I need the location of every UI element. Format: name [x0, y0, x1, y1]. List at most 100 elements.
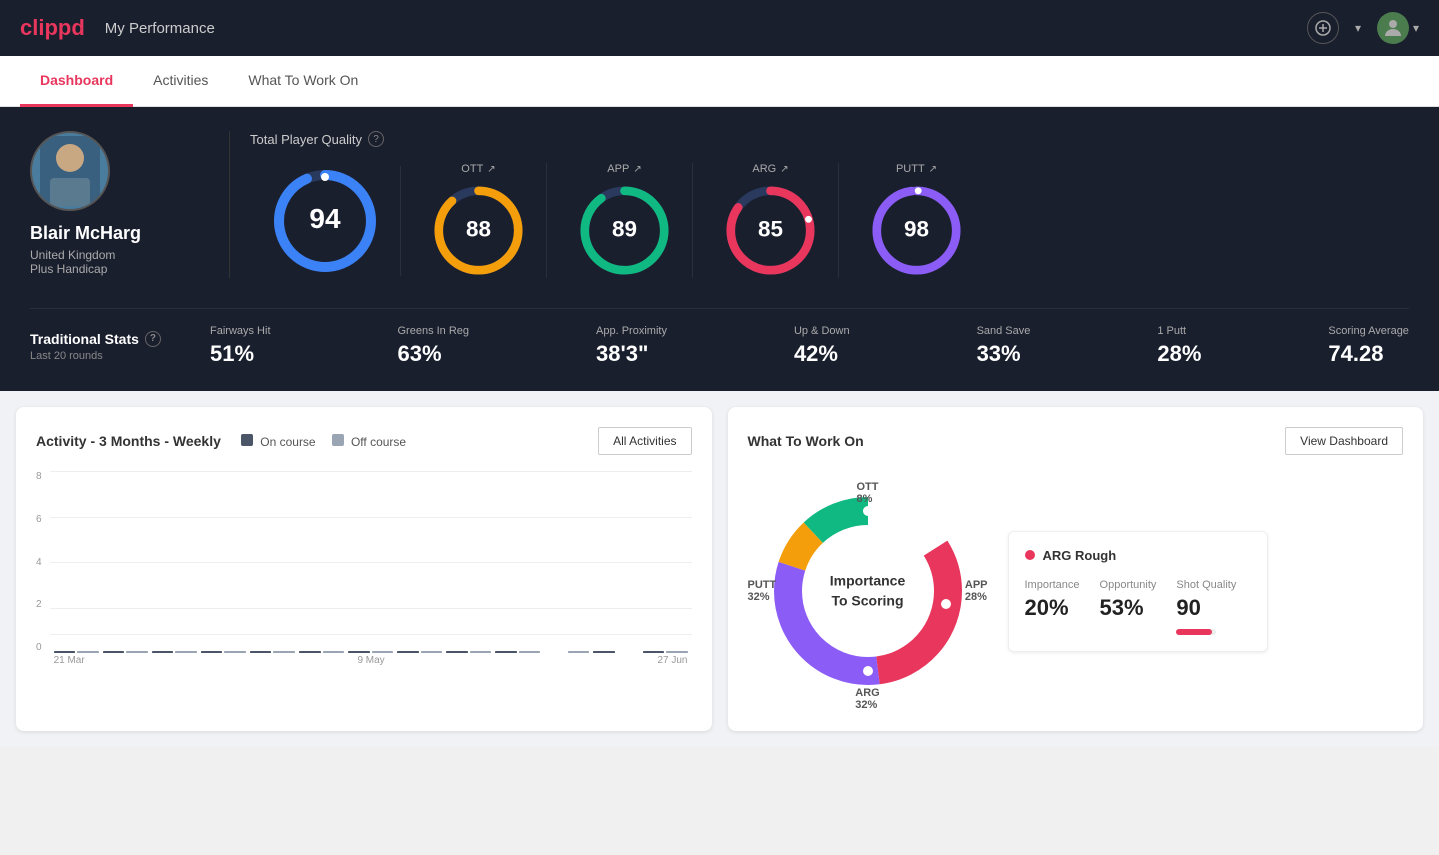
gauge-app: APP ↗ 89: [557, 163, 693, 278]
work-content: Importance To Scoring OTT 8% APP 28% ARG…: [748, 471, 1404, 711]
stats-banner-top: Blair McHarg United Kingdom Plus Handica…: [30, 131, 1409, 278]
detail-stat-opportunity-label: Opportunity: [1100, 579, 1157, 591]
svg-text:94: 94: [309, 203, 341, 234]
stat-scoring-average-value: 74.28: [1328, 341, 1383, 367]
chart-header-left: Activity - 3 Months - Weekly On course O…: [36, 433, 406, 449]
bar-group: [152, 651, 197, 653]
svg-text:85: 85: [758, 217, 783, 242]
player-info: Blair McHarg United Kingdom Plus Handica…: [30, 131, 230, 278]
bar-offcourse: [372, 651, 394, 653]
detail-stats: Importance 20% Opportunity 53% Shot Qual…: [1025, 579, 1251, 635]
legend-offcourse-dot: [332, 434, 344, 446]
bar-offcourse: [77, 651, 99, 653]
avatar-chevron: ▾: [1413, 21, 1419, 35]
chart-card: Activity - 3 Months - Weekly On course O…: [16, 407, 712, 731]
add-button[interactable]: [1307, 12, 1339, 44]
bar-offcourse: [519, 651, 541, 653]
bar-oncourse: [299, 651, 321, 653]
quality-section: Total Player Quality ? 94 OTT: [230, 131, 1409, 278]
detail-card-title: ARG Rough: [1025, 548, 1251, 563]
quality-header: Total Player Quality ?: [250, 131, 1389, 147]
bar-group: [495, 651, 540, 653]
bar-group: [103, 651, 148, 653]
quality-circles: 94 OTT ↗ 88: [250, 163, 1389, 278]
stat-app-proximity-label: App. Proximity: [596, 325, 667, 337]
player-country: United Kingdom: [30, 248, 115, 262]
stat-app-proximity-value: 38'3": [596, 341, 648, 367]
bar-oncourse: [495, 651, 517, 653]
bar-offcourse: [666, 651, 688, 653]
svg-text:89: 89: [612, 217, 637, 242]
bar-oncourse: [103, 651, 125, 653]
stat-1-putt-label: 1 Putt: [1157, 325, 1186, 337]
gauge-putt: PUTT ↗ 98: [849, 163, 984, 278]
header: clippd My Performance ▾ ▾: [0, 0, 1439, 56]
bar-offcourse: [568, 651, 590, 653]
stat-up-down-label: Up & Down: [794, 325, 850, 337]
bar-offcourse: [273, 651, 295, 653]
donut-label-app: APP 28%: [965, 579, 988, 603]
tab-activities[interactable]: Activities: [133, 56, 228, 107]
detail-stat-opportunity: Opportunity 53%: [1100, 579, 1157, 635]
bar-offcourse: [224, 651, 246, 653]
gauge-ott: OTT ↗ 88: [411, 163, 547, 278]
bars-area: 21 Mar 9 May 27 Jun: [50, 471, 692, 671]
legend-offcourse: Off course: [332, 434, 406, 449]
trad-stats-help-icon[interactable]: ?: [145, 331, 161, 347]
stat-sand-save: Sand Save 33%: [977, 325, 1031, 367]
gauge-arg: ARG ↗ 85: [703, 163, 839, 278]
all-activities-button[interactable]: All Activities: [598, 427, 691, 455]
y-label-0: 0: [36, 642, 42, 653]
y-label-4: 4: [36, 557, 42, 568]
detail-stat-opportunity-value: 53%: [1100, 595, 1157, 621]
detail-stat-importance-value: 20%: [1025, 595, 1080, 621]
stat-greens-in-reg-value: 63%: [398, 341, 442, 367]
donut-label-arg: ARG 32%: [855, 687, 879, 711]
trad-stats-title: Traditional Stats ?: [30, 331, 210, 347]
bars: [50, 471, 692, 653]
stat-1-putt: 1 Putt 28%: [1157, 325, 1201, 367]
chart-title: Activity - 3 Months - Weekly: [36, 433, 221, 449]
y-label-6: 6: [36, 514, 42, 525]
donut-label-ott: OTT 8%: [857, 481, 879, 505]
view-dashboard-button[interactable]: View Dashboard: [1285, 427, 1403, 455]
stat-fairways-hit: Fairways Hit 51%: [210, 325, 271, 367]
stat-up-down-value: 42%: [794, 341, 838, 367]
donut-center: Importance To Scoring: [830, 571, 905, 610]
y-axis: 8 6 4 2 0: [36, 471, 50, 671]
bar-oncourse: [397, 651, 419, 653]
header-left: clippd My Performance: [20, 15, 215, 41]
bar-group: [397, 651, 442, 653]
stat-up-down: Up & Down 42%: [794, 325, 850, 367]
detail-dot: [1025, 550, 1035, 560]
gauge-arg-label: ARG ↗: [752, 163, 788, 175]
x-axis: 21 Mar 9 May 27 Jun: [50, 653, 692, 666]
stat-greens-in-reg-label: Greens In Reg: [398, 325, 470, 337]
stats-banner: Blair McHarg United Kingdom Plus Handica…: [0, 107, 1439, 391]
header-right: ▾ ▾: [1307, 12, 1419, 44]
add-chevron: ▾: [1355, 21, 1361, 35]
tab-dashboard[interactable]: Dashboard: [20, 56, 133, 107]
detail-card: ARG Rough Importance 20% Opportunity 53%…: [1008, 531, 1268, 652]
nav-tabs: Dashboard Activities What To Work On: [0, 56, 1439, 107]
svg-text:88: 88: [466, 217, 491, 242]
user-avatar-button[interactable]: ▾: [1377, 12, 1419, 44]
stat-scoring-average-label: Scoring Average: [1328, 325, 1409, 337]
bottom-section: Activity - 3 Months - Weekly On course O…: [0, 391, 1439, 747]
x-label-jun: 27 Jun: [657, 655, 687, 666]
chart-area: 8 6 4 2 0: [36, 471, 692, 671]
x-label-mar: 21 Mar: [54, 655, 85, 666]
legend-oncourse: On course: [241, 434, 316, 449]
detail-stat-shot-quality: Shot Quality 90: [1176, 579, 1236, 635]
legend-oncourse-dot: [241, 434, 253, 446]
bar-oncourse: [446, 651, 468, 653]
x-label-may: 9 May: [357, 655, 384, 666]
work-card: What To Work On View Dashboard: [728, 407, 1424, 731]
tab-what-to-work-on[interactable]: What To Work On: [228, 56, 378, 107]
stat-items: Fairways Hit 51% Greens In Reg 63% App. …: [210, 325, 1409, 367]
work-title: What To Work On: [748, 433, 864, 449]
detail-stat-importance-label: Importance: [1025, 579, 1080, 591]
stat-sand-save-label: Sand Save: [977, 325, 1031, 337]
quality-help-icon[interactable]: ?: [368, 131, 384, 147]
bar-group: [348, 651, 393, 653]
